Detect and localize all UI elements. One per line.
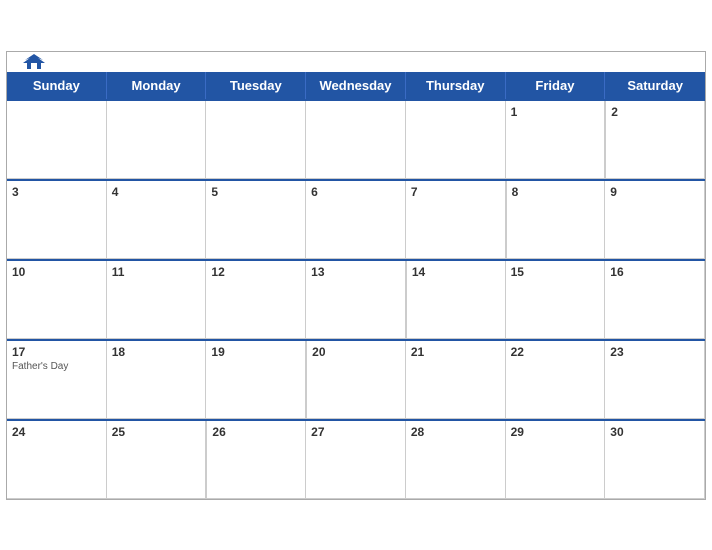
calendar-cell: 7 bbox=[406, 181, 506, 259]
calendar-cell: 20 bbox=[306, 341, 406, 419]
calendar-cell: 21 bbox=[406, 341, 506, 419]
calendar-cell: 12 bbox=[206, 261, 306, 339]
date-number: 26 bbox=[212, 425, 300, 439]
calendar-header bbox=[7, 52, 705, 72]
date-number: 6 bbox=[311, 185, 400, 199]
calendar-cell: 29 bbox=[506, 421, 606, 499]
calendar-cell: 27 bbox=[306, 421, 406, 499]
date-number: 12 bbox=[211, 265, 300, 279]
calendar-cell bbox=[306, 101, 406, 179]
calendar-cell: 4 bbox=[107, 181, 207, 259]
date-number: 30 bbox=[610, 425, 699, 439]
date-number: 3 bbox=[12, 185, 101, 199]
calendar-cell: 9 bbox=[605, 181, 705, 259]
date-number: 22 bbox=[511, 345, 600, 359]
calendar-cell bbox=[107, 101, 207, 179]
date-number: 7 bbox=[411, 185, 500, 199]
date-number: 2 bbox=[611, 105, 699, 119]
date-number: 21 bbox=[411, 345, 500, 359]
calendar-cell: 19 bbox=[206, 341, 306, 419]
date-number: 27 bbox=[311, 425, 400, 439]
calendar-cell: 6 bbox=[306, 181, 406, 259]
date-number: 11 bbox=[112, 265, 201, 279]
calendar-cell: 14 bbox=[406, 261, 506, 339]
date-number: 16 bbox=[610, 265, 699, 279]
date-number: 28 bbox=[411, 425, 500, 439]
calendar-cell: 10 bbox=[7, 261, 107, 339]
date-number: 17 bbox=[12, 345, 101, 359]
event-label: Father's Day bbox=[12, 361, 101, 372]
calendar-cell: 2 bbox=[605, 101, 705, 179]
calendar-cell: 28 bbox=[406, 421, 506, 499]
day-header-friday: Friday bbox=[506, 72, 606, 99]
calendar: SundayMondayTuesdayWednesdayThursdayFrid… bbox=[6, 51, 706, 500]
calendar-cell bbox=[206, 101, 306, 179]
logo bbox=[23, 53, 48, 71]
calendar-cell: 17 Father's Day bbox=[7, 341, 107, 419]
calendar-cell: 18 bbox=[107, 341, 207, 419]
calendar-cell: 15 bbox=[506, 261, 606, 339]
calendar-cell: 1 bbox=[506, 101, 606, 179]
date-number: 24 bbox=[12, 425, 101, 439]
calendar-cell: 23 bbox=[605, 341, 705, 419]
date-number: 14 bbox=[412, 265, 500, 279]
calendar-cell: 30 bbox=[605, 421, 705, 499]
date-number: 8 bbox=[512, 185, 600, 199]
calendar-cell: 3 bbox=[7, 181, 107, 259]
date-number: 10 bbox=[12, 265, 101, 279]
date-number: 18 bbox=[112, 345, 201, 359]
calendar-cell: 13 bbox=[306, 261, 406, 339]
calendar-cell: 25 bbox=[107, 421, 207, 499]
calendar-cell: 8 bbox=[506, 181, 606, 259]
calendar-grid: 1234567891011121314151617Father's Day181… bbox=[7, 99, 705, 499]
date-number: 5 bbox=[211, 185, 300, 199]
date-number: 9 bbox=[610, 185, 699, 199]
date-number: 25 bbox=[112, 425, 201, 439]
calendar-cell: 16 bbox=[605, 261, 705, 339]
day-header-monday: Monday bbox=[107, 72, 207, 99]
date-number: 4 bbox=[112, 185, 201, 199]
day-headers: SundayMondayTuesdayWednesdayThursdayFrid… bbox=[7, 72, 705, 99]
day-header-wednesday: Wednesday bbox=[306, 72, 406, 99]
date-number: 19 bbox=[211, 345, 300, 359]
date-number: 13 bbox=[311, 265, 400, 279]
calendar-cell: 24 bbox=[7, 421, 107, 499]
day-header-thursday: Thursday bbox=[406, 72, 506, 99]
day-header-saturday: Saturday bbox=[605, 72, 705, 99]
date-number: 20 bbox=[312, 345, 400, 359]
calendar-cell: 26 bbox=[206, 421, 306, 499]
date-number: 15 bbox=[511, 265, 600, 279]
day-header-tuesday: Tuesday bbox=[206, 72, 306, 99]
date-number: 23 bbox=[610, 345, 699, 359]
calendar-cell bbox=[406, 101, 506, 179]
calendar-cell bbox=[7, 101, 107, 179]
date-number: 1 bbox=[511, 105, 600, 119]
logo-bird-icon bbox=[23, 53, 45, 71]
calendar-cell: 22 bbox=[506, 341, 606, 419]
date-number: 29 bbox=[511, 425, 600, 439]
calendar-cell: 5 bbox=[206, 181, 306, 259]
day-header-sunday: Sunday bbox=[7, 72, 107, 99]
calendar-cell: 11 bbox=[107, 261, 207, 339]
